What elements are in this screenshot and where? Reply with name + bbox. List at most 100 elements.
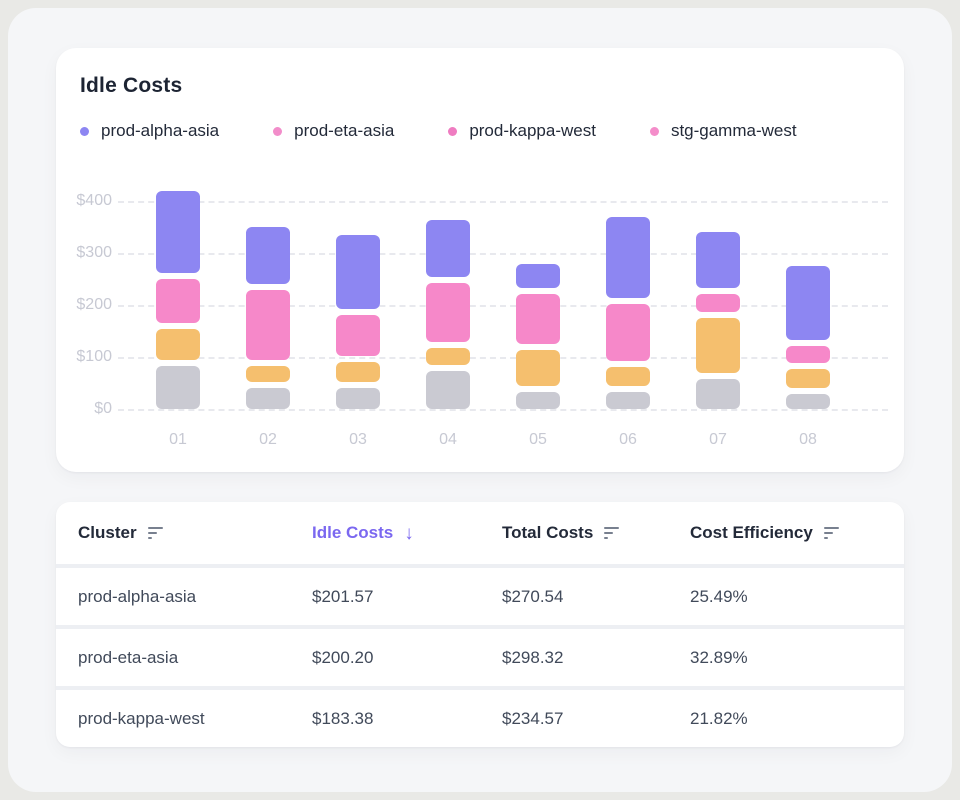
bar-segment-prod-eta-asia <box>336 315 380 356</box>
column-header-cost-efficiency[interactable]: Cost Efficiency <box>690 523 904 543</box>
bar-segment-prod-kappa-west <box>336 362 380 382</box>
bar-segment-prod-eta-asia <box>516 294 560 344</box>
bars-container <box>133 182 853 409</box>
x-tick-label-05: 05 <box>493 431 583 449</box>
cell-total_costs: $234.57 <box>502 709 690 729</box>
bar-segment-stg-gamma-west <box>696 379 740 409</box>
y-tick-label: $300 <box>70 244 112 262</box>
legend-label: prod-eta-asia <box>294 121 394 141</box>
bar-02 <box>223 182 313 409</box>
x-tick-label-06: 06 <box>583 431 673 449</box>
bar-segment-prod-eta-asia <box>606 304 650 362</box>
cell-total_costs: $298.32 <box>502 648 690 668</box>
table-header-row: ClusterIdle Costs ↓ Total Costs Cost Effici… <box>56 502 904 564</box>
legend-item-stg-gamma-west[interactable]: stg-gamma-west <box>650 121 797 141</box>
legend-item-prod-kappa-west[interactable]: prod-kappa-west <box>448 121 596 141</box>
table-row-prod-alpha-asia: prod-alpha-asia$201.57$270.5425.49% <box>56 568 904 625</box>
cell-cost_efficiency: 21.82% <box>690 709 904 729</box>
clusters-table-card: ClusterIdle Costs ↓ Total Costs Cost Effici… <box>56 502 904 747</box>
bar-segment-prod-alpha-asia <box>516 264 560 289</box>
bar-segment-prod-alpha-asia <box>246 227 290 284</box>
bar-segment-stg-gamma-west <box>426 371 470 409</box>
bar-08 <box>763 182 853 409</box>
arrow-down-icon: ↓ <box>404 524 414 543</box>
bar-segment-stg-gamma-west <box>246 388 290 409</box>
bar-segment-prod-kappa-west <box>606 367 650 386</box>
idle-costs-chart-card: Idle Costs prod-alpha-asiaprod-eta-asiap… <box>56 48 904 472</box>
x-tick-label-08: 08 <box>763 431 853 449</box>
cell-cost_efficiency: 25.49% <box>690 587 904 607</box>
bar-segment-stg-gamma-west <box>336 388 380 409</box>
gridline-0 <box>118 409 888 411</box>
chart-plot-area <box>118 182 888 409</box>
bar-segment-stg-gamma-west <box>516 392 560 409</box>
bar-segment-stg-gamma-west <box>786 394 830 409</box>
bar-segment-prod-eta-asia <box>246 290 290 361</box>
cell-idle_costs: $201.57 <box>312 587 502 607</box>
x-axis: 0102030405060708 <box>133 431 853 449</box>
legend-dot-icon <box>448 127 457 136</box>
column-header-cluster[interactable]: Cluster <box>78 523 312 543</box>
legend-item-prod-eta-asia[interactable]: prod-eta-asia <box>273 121 394 141</box>
table-row-prod-kappa-west: prod-kappa-west$183.38$234.5721.82% <box>56 690 904 747</box>
x-tick-label-04: 04 <box>403 431 493 449</box>
bar-segment-prod-eta-asia <box>696 294 740 312</box>
column-header-label: Cost Efficiency <box>690 523 813 543</box>
legend-label: prod-alpha-asia <box>101 121 219 141</box>
x-tick-label-02: 02 <box>223 431 313 449</box>
legend-dot-icon <box>80 127 89 136</box>
bar-04 <box>403 182 493 409</box>
bar-segment-prod-alpha-asia <box>156 191 200 273</box>
dashboard-panel: Idle Costs prod-alpha-asiaprod-eta-asiap… <box>8 8 952 792</box>
bar-segment-prod-eta-asia <box>426 283 470 342</box>
column-header-label: Total Costs <box>502 523 593 543</box>
legend-label: prod-kappa-west <box>469 121 596 141</box>
legend-item-prod-alpha-asia[interactable]: prod-alpha-asia <box>80 121 219 141</box>
y-tick-label: $400 <box>70 192 112 210</box>
legend-dot-icon <box>650 127 659 136</box>
y-tick-label: $200 <box>70 296 112 314</box>
x-tick-label-07: 07 <box>673 431 763 449</box>
bar-segment-prod-eta-asia <box>156 279 200 322</box>
y-tick-label: $0 <box>70 400 112 418</box>
bar-segment-prod-eta-asia <box>786 346 830 363</box>
bar-segment-prod-alpha-asia <box>606 217 650 298</box>
y-tick-label: $100 <box>70 348 112 366</box>
bar-segment-prod-alpha-asia <box>336 235 380 310</box>
bar-05 <box>493 182 583 409</box>
bar-segment-prod-kappa-west <box>246 366 290 382</box>
bar-segment-prod-kappa-west <box>696 318 740 373</box>
legend-label: stg-gamma-west <box>671 121 797 141</box>
bar-segment-stg-gamma-west <box>606 392 650 409</box>
cell-cluster: prod-eta-asia <box>78 648 312 668</box>
bar-segment-prod-kappa-west <box>786 369 830 388</box>
bar-07 <box>673 182 763 409</box>
cell-total_costs: $270.54 <box>502 587 690 607</box>
column-header-idle-costs[interactable]: Idle Costs ↓ <box>312 523 502 543</box>
bar-segment-stg-gamma-west <box>156 366 200 409</box>
bar-01 <box>133 182 223 409</box>
cell-cost_efficiency: 32.89% <box>690 648 904 668</box>
bar-segment-prod-alpha-asia <box>696 232 740 288</box>
bar-segment-prod-kappa-west <box>516 350 560 386</box>
legend-dot-icon <box>273 127 282 136</box>
sort-lines-icon <box>824 527 840 539</box>
sort-lines-icon <box>604 527 620 539</box>
column-header-total-costs[interactable]: Total Costs <box>502 523 690 543</box>
bar-segment-prod-kappa-west <box>426 348 470 365</box>
bar-segment-prod-alpha-asia <box>786 266 830 341</box>
table-row-prod-eta-asia: prod-eta-asia$200.20$298.3232.89% <box>56 629 904 686</box>
chart-title: Idle Costs <box>80 74 182 98</box>
x-tick-label-03: 03 <box>313 431 403 449</box>
sort-lines-icon <box>148 527 164 539</box>
bar-segment-prod-alpha-asia <box>426 220 470 277</box>
x-tick-label-01: 01 <box>133 431 223 449</box>
column-header-label: Idle Costs <box>312 523 393 543</box>
cell-idle_costs: $200.20 <box>312 648 502 668</box>
chart-legend: prod-alpha-asia prod-eta-asia prod-kappa-w… <box>80 120 797 142</box>
bar-segment-prod-kappa-west <box>156 329 200 360</box>
bar-06 <box>583 182 673 409</box>
cell-idle_costs: $183.38 <box>312 709 502 729</box>
cell-cluster: prod-alpha-asia <box>78 587 312 607</box>
bar-03 <box>313 182 403 409</box>
